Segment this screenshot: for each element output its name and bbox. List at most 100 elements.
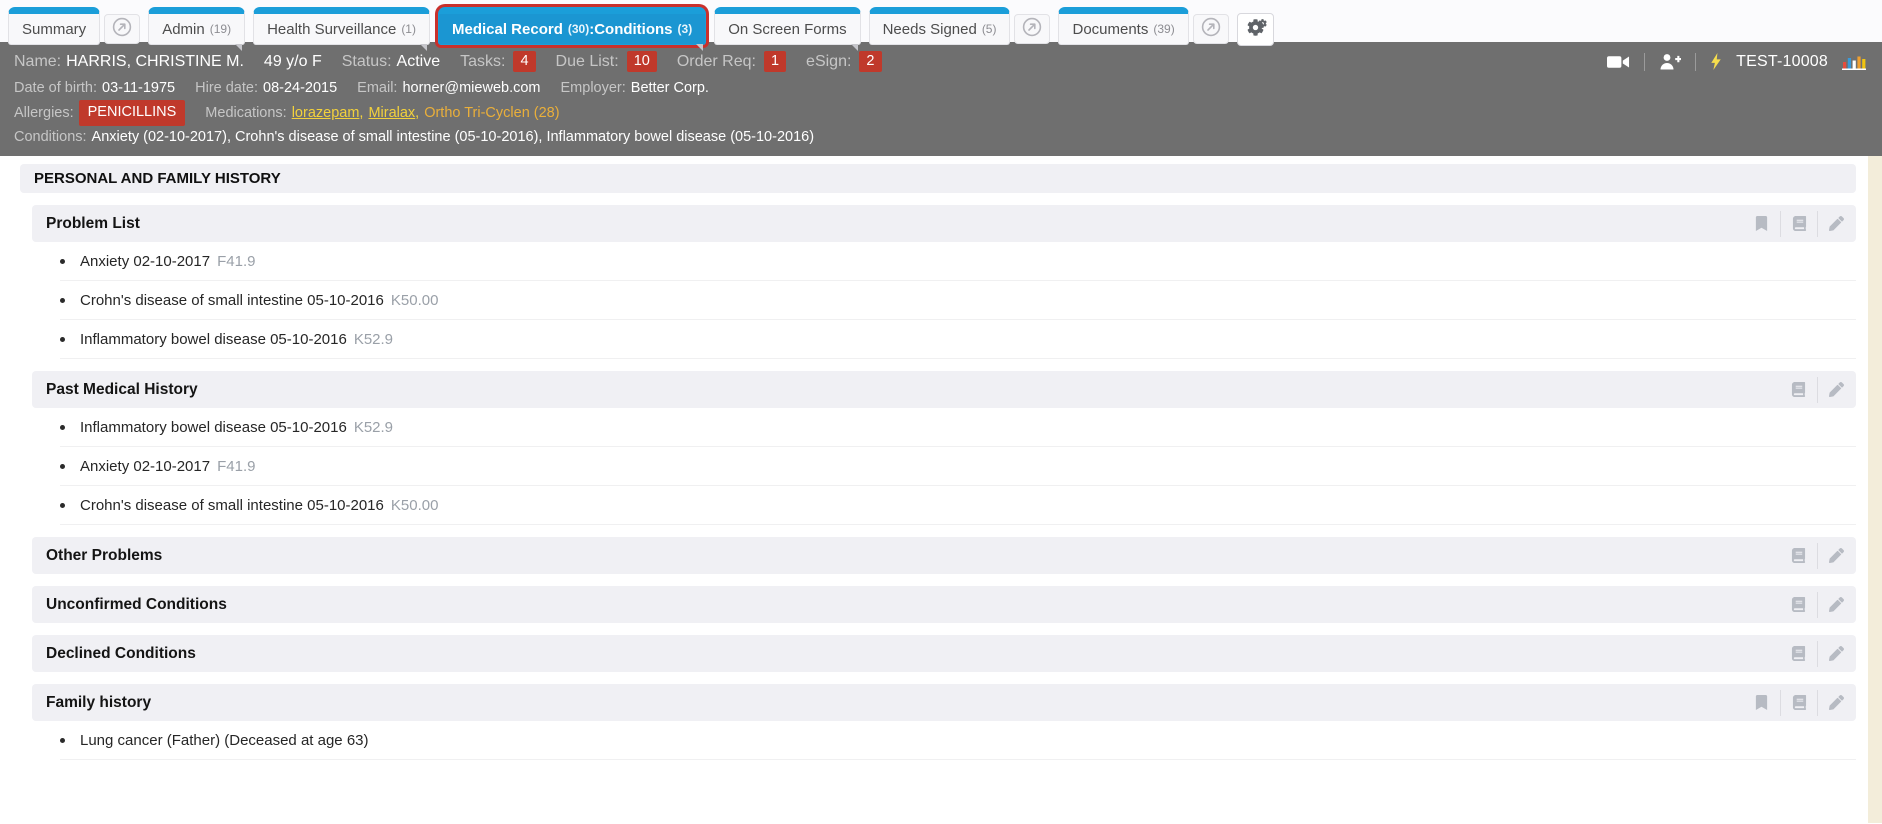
family-history-actions <box>1743 689 1854 716</box>
list-item[interactable]: Anxiety 02-10-2017 F41.9 <box>60 242 1856 281</box>
tab-on-screen-forms[interactable]: On Screen Forms <box>714 7 861 51</box>
tab-admin-count: (19) <box>209 22 232 36</box>
tasks-count-badge[interactable]: 4 <box>513 51 536 72</box>
settings-button[interactable] <box>1236 13 1274 46</box>
item-text: Crohn's disease of small intestine 05-10… <box>80 291 384 309</box>
pencil-icon[interactable] <box>1817 542 1854 569</box>
list-item[interactable]: Crohn's disease of small intestine 05-10… <box>60 281 1856 320</box>
icd-code: F41.9 <box>217 457 256 475</box>
list-item[interactable]: Lung cancer (Father) (Deceased at age 63… <box>60 721 1856 760</box>
other-problems-title: Other Problems <box>46 546 163 564</box>
past-medical-history-items: Inflammatory bowel disease 05-10-2016 K52… <box>32 408 1856 525</box>
allergies-medications-row: Allergies: PENICILLINS Medications: lora… <box>14 100 1866 126</box>
lightning-icon[interactable] <box>1710 53 1722 70</box>
list-item[interactable]: Anxiety 02-10-2017 F41.9 <box>60 447 1856 486</box>
email-label: Email: <box>357 80 398 96</box>
tab-needs-signed[interactable]: Needs Signed (5) <box>868 7 1011 45</box>
tab-documents[interactable]: Documents (39) <box>1058 7 1189 45</box>
tab-documents-external-link-button[interactable] <box>1192 14 1229 44</box>
external-link-icon <box>112 17 132 42</box>
video-camera-icon[interactable] <box>1607 54 1630 70</box>
patient-employer: Better Corp. <box>630 80 709 96</box>
conditions-row: Conditions: Anxiety (02-10-2017), Crohn'… <box>14 126 1866 149</box>
allergy-penicillins-badge[interactable]: PENICILLINS <box>78 100 186 126</box>
order-req-label: Order Req: <box>676 53 756 70</box>
book-icon[interactable] <box>1780 377 1817 403</box>
bookmark-icon[interactable] <box>1743 211 1780 237</box>
tab-summary-external-link-button[interactable] <box>104 14 141 44</box>
tab-medical-record-conditions[interactable]: Medical Record (30) :Conditions (3) <box>437 7 707 51</box>
tab-on-screen-forms-label: On Screen Forms <box>728 20 847 38</box>
past-medical-history-header: Past Medical History <box>32 371 1856 408</box>
medication-link[interactable]: lorazepam <box>292 102 360 125</box>
problem-list-actions <box>1743 210 1854 237</box>
tab-medical-record-label: Medical Record <box>451 20 563 38</box>
item-text: Anxiety 02-10-2017 <box>80 457 211 475</box>
section-past-medical-history: Past Medical History Inflammatory bowel … <box>32 371 1856 525</box>
chart-icon[interactable] <box>1842 53 1866 70</box>
external-link-icon <box>1022 17 1042 42</box>
medications-label: Medications: <box>205 104 287 121</box>
book-icon[interactable] <box>1780 592 1817 618</box>
tab-conditions-label: :Conditions <box>589 20 673 38</box>
item-text: Lung cancer (Father) (Deceased at age 63… <box>80 731 369 749</box>
tab-needs-signed-external-link-button[interactable] <box>1014 14 1051 44</box>
due-list-label: Due List: <box>555 53 619 70</box>
medication-separator: , <box>359 104 364 121</box>
book-icon[interactable] <box>1780 689 1817 716</box>
unconfirmed-conditions-title: Unconfirmed Conditions <box>46 595 227 613</box>
item-text: Crohn's disease of small intestine 05-10… <box>80 496 384 514</box>
external-link-icon <box>1201 17 1221 42</box>
add-person-icon[interactable] <box>1659 53 1682 70</box>
pencil-icon[interactable] <box>1817 689 1854 716</box>
pencil-icon[interactable] <box>1817 210 1854 237</box>
patient-hire-date: 08-24-2015 <box>263 80 338 96</box>
conditions-label: Conditions: <box>14 129 87 145</box>
tab-documents-count: (39) <box>1153 22 1175 36</box>
tab-documents-label: Documents <box>1072 20 1149 38</box>
pencil-icon[interactable] <box>1817 376 1854 403</box>
tab-health-surveillance[interactable]: Health Surveillance (1) <box>253 7 430 51</box>
tab-conditions-count: (3) <box>677 22 693 36</box>
tab-admin[interactable]: Admin (19) <box>148 7 246 51</box>
medication-link[interactable]: Miralax <box>368 102 415 125</box>
book-icon[interactable] <box>1780 543 1817 569</box>
bullet-icon <box>60 297 65 303</box>
right-scroll-strip[interactable] <box>1868 156 1882 823</box>
declined-conditions-title: Declined Conditions <box>46 644 196 662</box>
section-declined-conditions: Declined Conditions <box>32 635 1856 672</box>
medication-link[interactable]: Ortho Tri-Cyclen (28) <box>424 102 559 125</box>
due-list-count-badge[interactable]: 10 <box>626 51 657 72</box>
list-item[interactable]: Inflammatory bowel disease 05-10-2016 K52… <box>60 320 1856 359</box>
medication-separator: , <box>415 104 420 121</box>
patient-conditions: Anxiety (02-10-2017), Crohn's disease of… <box>91 129 815 145</box>
patient-status: Active <box>396 53 441 70</box>
tab-medical-record-count: (30) <box>567 22 590 36</box>
order-req-count-badge[interactable]: 1 <box>763 51 787 72</box>
tab-summary-label: Summary <box>22 20 87 38</box>
list-item[interactable]: Inflammatory bowel disease 05-10-2016 K52… <box>60 408 1856 447</box>
past-medical-history-actions <box>1780 376 1854 403</box>
esign-count-badge[interactable]: 2 <box>859 51 882 72</box>
patient-email: horner@mieweb.com <box>402 80 541 96</box>
tab-summary[interactable]: Summary <box>8 7 101 45</box>
bookmark-icon[interactable] <box>1743 690 1780 716</box>
pencil-icon[interactable] <box>1817 640 1854 667</box>
problem-list-items: Anxiety 02-10-2017 F41.9 Crohn's disease … <box>32 242 1856 359</box>
icd-code: F41.9 <box>217 252 256 270</box>
bullet-icon <box>60 502 65 508</box>
employer-label: Employer: <box>560 80 626 96</box>
book-icon[interactable] <box>1780 210 1817 237</box>
status-label: Status: <box>341 53 392 70</box>
past-medical-history-title: Past Medical History <box>46 380 198 398</box>
unconfirmed-conditions-actions <box>1780 591 1854 618</box>
allergies-label: Allergies: <box>14 104 74 121</box>
pencil-icon[interactable] <box>1817 591 1854 618</box>
tab-needs-signed-label: Needs Signed <box>882 20 977 38</box>
tab-health-surveillance-label: Health Surveillance <box>267 20 397 38</box>
main-content: PERSONAL AND FAMILY HISTORY Problem List… <box>0 156 1882 823</box>
book-icon[interactable] <box>1780 641 1817 667</box>
list-item[interactable]: Crohn's disease of small intestine 05-10… <box>60 486 1856 525</box>
bullet-icon <box>60 737 65 743</box>
icd-code: K52.9 <box>353 418 394 436</box>
